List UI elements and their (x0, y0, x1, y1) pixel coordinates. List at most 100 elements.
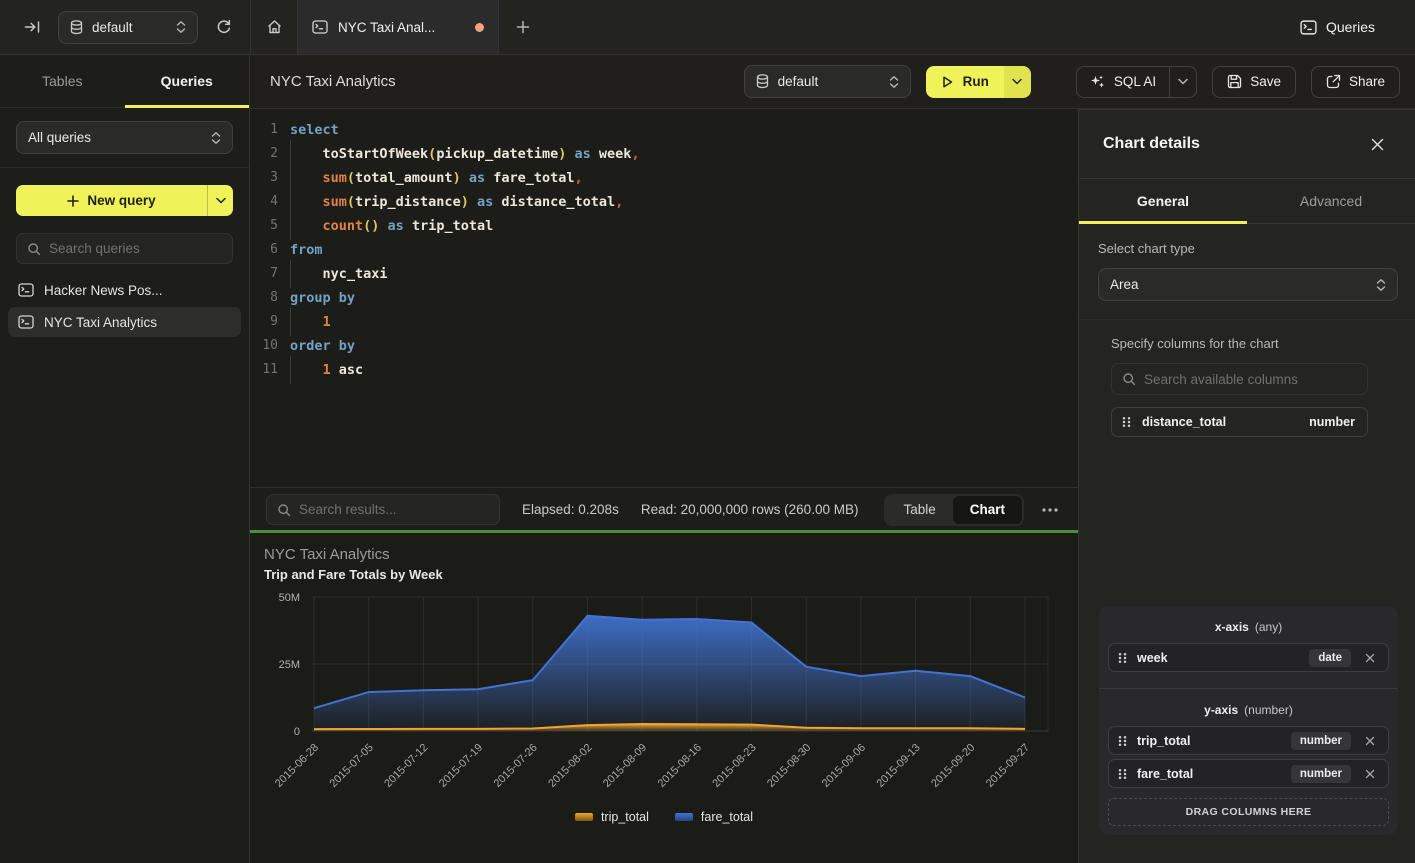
view-toggle-table-label: Table (903, 502, 935, 517)
sidebar-tabs: Tables Queries (0, 55, 249, 108)
y-axis-hint: (number) (1244, 703, 1293, 717)
column-type-badge: date (1309, 649, 1351, 667)
legend-item-trip_total[interactable]: trip_total (575, 810, 649, 824)
view-toggle-table[interactable]: Table (886, 496, 952, 524)
code-line: 4sum(trip_distance) as distance_total, (250, 190, 1078, 214)
y-axis-column-chip-fare_total[interactable]: fare_totalnumber (1108, 759, 1389, 788)
tab-strip: NYC Taxi Anal... (250, 0, 547, 54)
remove-icon (1365, 736, 1375, 746)
new-tab-button[interactable] (499, 0, 547, 54)
save-icon (1227, 74, 1242, 89)
svg-text:2015-09-20: 2015-09-20 (929, 742, 977, 790)
code-token: trip_total (412, 218, 493, 234)
drag-handle-icon (1117, 767, 1128, 781)
code-token: fare_total (493, 170, 574, 186)
line-number: 8 (250, 286, 278, 310)
chart-details-header: Chart details (1079, 110, 1415, 179)
search-results-field[interactable] (266, 494, 500, 525)
y-axis-title: y-axis (1204, 703, 1238, 717)
unsaved-changes-dot (475, 23, 484, 32)
database-selector[interactable]: default (58, 11, 198, 44)
chart-type-select[interactable]: Area (1098, 268, 1398, 301)
refresh-button[interactable] (210, 13, 238, 41)
sidebar-tab-queries[interactable]: Queries (125, 55, 250, 107)
code-token: as (388, 218, 404, 234)
queries-nav-button[interactable]: Queries (1300, 19, 1415, 35)
code-token: ( (347, 194, 355, 210)
x-axis-header: x-axis(any) (1108, 620, 1389, 634)
columns-section-label: Specify columns for the chart (1111, 336, 1368, 351)
sql-ai-dropdown-button[interactable] (1169, 67, 1196, 97)
run-options-button[interactable] (1004, 66, 1031, 98)
drag-handle-icon (1117, 734, 1128, 748)
terminal-icon (18, 315, 34, 329)
code-line: 3sum(total_amount) as fare_total, (250, 166, 1078, 190)
search-queries-input[interactable] (49, 241, 222, 256)
svg-text:2015-06-28: 2015-06-28 (273, 742, 321, 790)
column-name: distance_total (1142, 415, 1299, 429)
y-axis-drop-area[interactable]: trip_totalnumber fare_totalnumber (1108, 726, 1389, 788)
code-token: ) (453, 170, 461, 186)
column-name: week (1137, 651, 1300, 665)
x-axis-drop-area[interactable]: week date (1108, 643, 1389, 672)
run-button-main[interactable]: Run (926, 66, 1004, 98)
collapse-sidebar-button[interactable] (18, 13, 46, 41)
results-more-button[interactable] (1036, 496, 1064, 524)
top-bar: default NYC Taxi Anal... Queries (0, 0, 1415, 55)
code-token (591, 146, 599, 162)
search-columns-input[interactable] (1144, 372, 1357, 387)
query-list-item-label: NYC Taxi Analytics (44, 315, 157, 330)
new-query-dropdown-button[interactable] (207, 185, 233, 216)
chart-panel: NYC Taxi Analytics Trip and Fare Totals … (250, 533, 1078, 863)
save-button[interactable]: Save (1212, 66, 1296, 98)
sql-ai-button[interactable]: SQL AI (1076, 66, 1197, 98)
share-button-label: Share (1349, 74, 1385, 89)
search-results-input[interactable] (299, 502, 489, 517)
elapsed-time: Elapsed: 0.208s (522, 502, 619, 517)
code-line: 5 count() as trip_total (250, 214, 1078, 238)
home-tab-button[interactable] (251, 0, 298, 54)
tab-nyc-taxi-analytics[interactable]: NYC Taxi Anal... (298, 0, 499, 54)
database-selector-value: default (778, 74, 880, 89)
search-queries-field[interactable] (16, 233, 233, 264)
save-button-label: Save (1250, 74, 1281, 89)
code-token (566, 146, 574, 162)
remove-column-button[interactable] (1360, 648, 1380, 668)
legend-item-fare_total[interactable]: fare_total (675, 810, 753, 824)
code-token: count (323, 218, 364, 234)
x-axis-column-chip-week[interactable]: week date (1108, 643, 1389, 672)
query-list-item[interactable]: Hacker News Pos... (8, 275, 241, 305)
remove-column-button[interactable] (1360, 731, 1380, 751)
share-button[interactable]: Share (1311, 66, 1400, 98)
new-query-main[interactable]: New query (16, 185, 207, 216)
remove-column-button[interactable] (1360, 764, 1380, 784)
y-axis-column-chip-trip_total[interactable]: trip_totalnumber (1108, 726, 1389, 755)
view-toggle-chart[interactable]: Chart (953, 496, 1022, 524)
sql-editor[interactable]: 1select2toStartOfWeek(pickup_datetime) a… (250, 109, 1078, 487)
query-list-item[interactable]: NYC Taxi Analytics (8, 307, 241, 337)
svg-text:2015-09-13: 2015-09-13 (874, 742, 922, 790)
code-token: as (477, 194, 493, 210)
drag-columns-drop-zone[interactable]: DRAG COLUMNS HERE (1108, 798, 1389, 826)
run-button[interactable]: Run (926, 66, 1031, 98)
query-toolbar: NYC Taxi Analytics default Run SQL A (250, 55, 1415, 109)
tab-general[interactable]: General (1079, 179, 1247, 223)
ellipsis-icon (1042, 508, 1058, 512)
line-number: 5 (250, 214, 278, 238)
available-column-chip-distance_total[interactable]: distance_totalnumber (1111, 407, 1368, 437)
tab-advanced[interactable]: Advanced (1247, 179, 1415, 223)
database-selector[interactable]: default (744, 65, 911, 98)
tab-advanced-label: Advanced (1300, 193, 1362, 209)
code-text: count() as trip_total (290, 214, 493, 238)
close-panel-button[interactable] (1363, 130, 1391, 158)
sidebar-tab-tables[interactable]: Tables (0, 55, 125, 107)
tab-label: NYC Taxi Anal... (338, 20, 465, 35)
chart-details-panel: Chart details General Advanced Select ch… (1078, 109, 1415, 863)
query-filter-select[interactable]: All queries (16, 121, 233, 154)
legend-label: fare_total (701, 810, 753, 824)
search-columns-field[interactable] (1111, 363, 1368, 395)
x-axis-title: x-axis (1215, 620, 1249, 634)
sql-ai-main[interactable]: SQL AI (1077, 67, 1169, 97)
home-icon (266, 19, 283, 35)
new-query-button[interactable]: New query (16, 185, 233, 216)
